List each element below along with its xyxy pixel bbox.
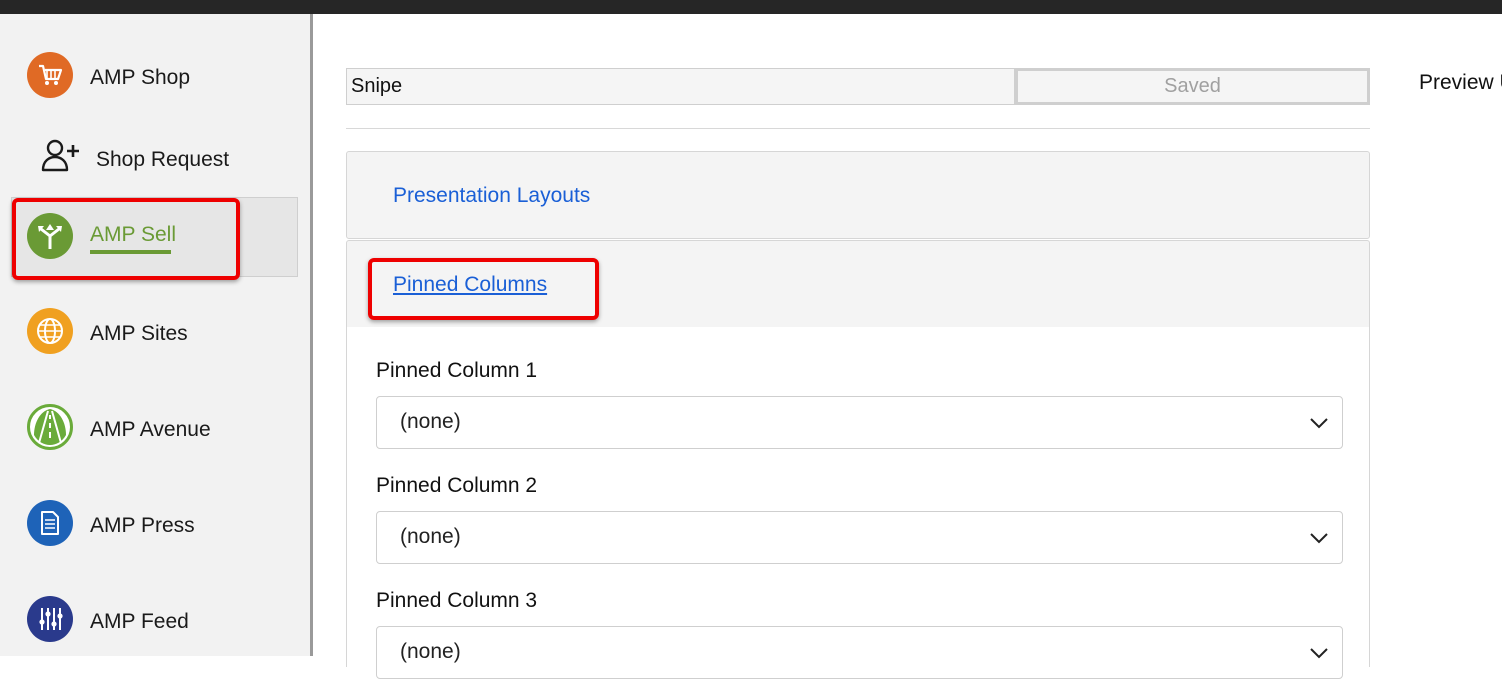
sidebar-item-label: AMP Feed — [90, 610, 189, 633]
divider — [346, 128, 1370, 129]
saved-button[interactable]: Saved — [1015, 68, 1370, 105]
pinned-columns-body: Pinned Column 1 (none) Pinned Column 2 (… — [346, 327, 1370, 679]
chevron-down-icon — [1310, 418, 1328, 429]
sidebar-item-shop-request[interactable]: Shop Request — [0, 116, 300, 196]
sidebar-item-amp-shop[interactable]: AMP Shop — [0, 36, 300, 116]
pinned-column-1-label: Pinned Column 1 — [376, 359, 538, 382]
sidebar-item-amp-feed[interactable]: AMP Feed — [0, 580, 300, 660]
sidebar-item-label: AMP Press — [90, 514, 195, 537]
sidebar-item-amp-sites[interactable]: AMP Sites — [0, 292, 300, 372]
globe-icon — [27, 308, 73, 354]
road-icon — [27, 404, 73, 450]
pinned-column-2-label: Pinned Column 2 — [376, 474, 538, 497]
shopping-cart-icon — [27, 52, 73, 98]
main-content: Saved Preview U Presentation Layouts Pin… — [316, 14, 1502, 679]
directions-icon — [27, 213, 73, 259]
sidebar-item-label: AMP Avenue — [90, 418, 211, 441]
sidebar-item-label: AMP Sell — [90, 223, 176, 246]
layout-name-input[interactable] — [346, 68, 1015, 105]
select-value: (none) — [400, 640, 461, 663]
presentation-layouts-panel: Presentation Layouts — [346, 151, 1370, 239]
pinned-columns-panel: Pinned Columns — [346, 240, 1370, 328]
preview-label[interactable]: Preview U — [1419, 71, 1502, 95]
top-bar — [0, 0, 1502, 14]
chevron-down-icon — [1310, 533, 1328, 544]
document-icon — [27, 500, 73, 546]
select-value: (none) — [400, 525, 461, 548]
presentation-layouts-link[interactable]: Presentation Layouts — [393, 184, 590, 208]
select-value: (none) — [400, 410, 461, 433]
pinned-column-1-select[interactable]: (none) — [376, 396, 1343, 449]
sliders-icon — [27, 596, 73, 642]
sidebar: AMP Shop Shop Request AMP Sell AMP Sites… — [0, 14, 313, 656]
add-user-icon — [38, 132, 84, 178]
sidebar-item-label: Shop Request — [96, 148, 230, 171]
sidebar-item-amp-avenue[interactable]: AMP Avenue — [0, 388, 300, 468]
pinned-column-3-label: Pinned Column 3 — [376, 589, 538, 612]
sidebar-item-amp-press[interactable]: AMP Press — [0, 484, 300, 564]
pinned-columns-link[interactable]: Pinned Columns — [393, 273, 547, 297]
sidebar-item-label: AMP Shop — [90, 66, 191, 89]
pinned-column-2-select[interactable]: (none) — [376, 511, 1343, 564]
sidebar-item-amp-sell[interactable]: AMP Sell — [11, 197, 298, 277]
pinned-column-3-select[interactable]: (none) — [376, 626, 1343, 679]
chevron-down-icon — [1310, 648, 1328, 659]
active-indicator — [90, 250, 171, 254]
sidebar-item-label: AMP Sites — [90, 322, 188, 345]
